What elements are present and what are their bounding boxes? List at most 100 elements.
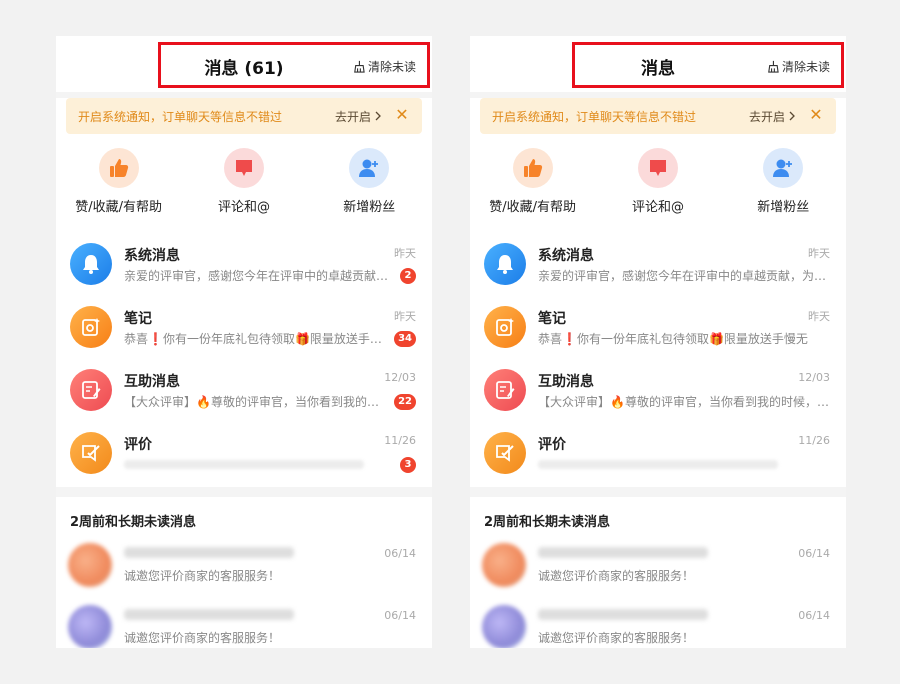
avatar [482, 605, 526, 648]
message-time: 昨天 [808, 310, 830, 323]
quick-action-comments[interactable]: 评论和@ [603, 148, 713, 215]
messages-screen-before: 消息 (61) 清除未读 开启系统通知，订单聊天等信息不错过 去开启 ✕ 赞/收… [56, 36, 432, 648]
top-bar: 消息 (61) 清除未读 [56, 36, 432, 92]
message-time: 昨天 [808, 247, 830, 260]
camera-note-icon [70, 306, 112, 348]
quick-actions: 赞/收藏/有帮助 评论和@ 新增粉丝 [470, 134, 846, 227]
message-title: 笔记 [124, 311, 152, 327]
comment-icon [223, 148, 264, 188]
old-message-item[interactable]: 06/14 诚邀您评价商家的客服服务！ [470, 537, 846, 599]
bell-icon [70, 243, 112, 285]
message-time: 12/03 [798, 371, 830, 384]
message-title: 笔记 [538, 311, 566, 327]
message-title: 互助消息 [538, 374, 594, 390]
review-pen-icon [70, 432, 112, 474]
quick-action-likes[interactable]: 赞/收藏/有帮助 [64, 148, 174, 215]
clear-unread-label: 清除未读 [367, 60, 416, 74]
blurred-name [538, 547, 708, 558]
content-area: 开启系统通知，订单聊天等信息不错过 去开启 ✕ 赞/收藏/有帮助 评论和@ 新增… [56, 98, 432, 487]
quick-action-fans[interactable]: 新增粉丝 [728, 148, 838, 215]
edit-doc-icon [70, 369, 112, 411]
enable-notification-label: 去开启 [334, 109, 371, 124]
avatar [68, 605, 112, 648]
old-unread-section: 2周前和长期未读消息 06/14 诚邀您评价商家的客服服务！ 06/14 诚邀您… [470, 497, 846, 648]
message-list: 系统消息 昨天 亲爱的评审官，感谢您今年在评审中的卓越贡献，为更多人带来了帮助 … [470, 227, 846, 487]
message-time: 11/26 [384, 434, 416, 447]
old-message-item[interactable]: 06/14 诚邀您评价商家的客服服务！ [56, 537, 432, 599]
avatar [68, 543, 112, 587]
comment-icon [637, 148, 678, 188]
close-icon[interactable]: ✕ [808, 107, 824, 123]
close-icon[interactable]: ✕ [394, 107, 410, 123]
enable-notification-link[interactable]: 去开启 [749, 108, 796, 125]
quick-action-comments[interactable]: 评论和@ [189, 148, 299, 215]
message-preview: 【大众评审】🔥尊敬的评审官，当你看到我的时候，说明你已经 [124, 395, 390, 409]
add-user-icon [763, 148, 804, 188]
message-time: 06/14 [798, 547, 830, 560]
messages-screen-after: 消息 清除未读 开启系统通知，订单聊天等信息不错过 去开启 ✕ 赞/收藏/有帮助 [470, 36, 846, 648]
broom-icon [768, 60, 779, 73]
blurred-name [124, 609, 294, 620]
content-area: 开启系统通知，订单聊天等信息不错过 去开启 ✕ 赞/收藏/有帮助 评论和@ 新增… [470, 98, 846, 487]
quick-action-label: 评论和@ [631, 200, 684, 215]
blurred-name [124, 547, 294, 558]
clear-unread-button[interactable]: 清除未读 [766, 58, 830, 75]
enable-notification-label: 去开启 [748, 109, 785, 124]
top-bar: 消息 清除未读 [470, 36, 846, 92]
broom-icon [354, 60, 365, 73]
section-title: 2周前和长期未读消息 [70, 515, 197, 530]
unread-badge: 2 [400, 268, 416, 284]
quick-action-likes[interactable]: 赞/收藏/有帮助 [478, 148, 588, 215]
message-preview: 【大众评审】🔥尊敬的评审官，当你看到我的时候，说明你已经 [538, 395, 830, 409]
message-time: 昨天 [394, 247, 416, 260]
thumbs-up-icon [512, 148, 553, 188]
message-preview: 恭喜❗你有一份年底礼包待领取🎁限量放送手慢无 [124, 332, 390, 346]
message-item-help[interactable]: 互助消息 12/03 【大众评审】🔥尊敬的评审官，当你看到我的时候，说明你已经 [470, 361, 846, 424]
bell-icon [484, 243, 526, 285]
message-preview: 诚邀您评价商家的客服服务！ [538, 569, 695, 583]
chevron-right-icon [375, 111, 381, 121]
quick-action-label: 赞/收藏/有帮助 [489, 200, 577, 215]
message-item-notes[interactable]: 笔记 昨天 恭喜❗你有一份年底礼包待领取🎁限量放送手慢无 34 [56, 298, 432, 361]
add-user-icon [349, 148, 390, 188]
message-item-system[interactable]: 系统消息 昨天 亲爱的评审官，感谢您今年在评审中的卓越贡献，为更多人带来了帮助 [470, 235, 846, 298]
message-preview: 亲爱的评审官，感谢您今年在评审中的卓越贡献，为更多人带来了帮助 [538, 269, 830, 283]
message-title: 互助消息 [124, 374, 180, 390]
message-preview: 亲爱的评审官，感谢您今年在评审中的卓越贡献，为更多人带来了帮助 [124, 269, 390, 283]
old-message-item[interactable]: 06/14 诚邀您评价商家的客服服务！ [470, 599, 846, 648]
quick-actions: 赞/收藏/有帮助 评论和@ 新增粉丝 [56, 134, 432, 227]
quick-action-fans[interactable]: 新增粉丝 [314, 148, 424, 215]
old-unread-section: 2周前和长期未读消息 06/14 诚邀您评价商家的客服服务！ 06/14 诚邀您… [56, 497, 432, 648]
message-item-help[interactable]: 互助消息 12/03 【大众评审】🔥尊敬的评审官，当你看到我的时候，说明你已经 … [56, 361, 432, 424]
blurred-preview [124, 460, 364, 469]
clear-unread-button[interactable]: 清除未读 [352, 58, 416, 75]
blurred-preview [538, 460, 778, 469]
message-list: 系统消息 昨天 亲爱的评审官，感谢您今年在评审中的卓越贡献，为更多人带来了帮助 … [56, 227, 432, 487]
message-time: 12/03 [384, 371, 416, 384]
quick-action-label: 新增粉丝 [343, 200, 396, 215]
message-title: 系统消息 [124, 248, 180, 264]
message-title: 评价 [538, 437, 566, 453]
clear-unread-label: 清除未读 [781, 60, 830, 74]
message-item-system[interactable]: 系统消息 昨天 亲爱的评审官，感谢您今年在评审中的卓越贡献，为更多人带来了帮助 … [56, 235, 432, 298]
notification-text: 开启系统通知，订单聊天等信息不错过 [78, 109, 283, 124]
chevron-right-icon [789, 111, 795, 121]
old-message-item[interactable]: 06/14 诚邀您评价商家的客服服务！ [56, 599, 432, 648]
message-item-review[interactable]: 评价 11/26 [470, 424, 846, 487]
avatar [482, 543, 526, 587]
message-item-review[interactable]: 评价 11/26 3 [56, 424, 432, 487]
section-title: 2周前和长期未读消息 [484, 515, 611, 530]
thumbs-up-icon [98, 148, 139, 188]
notification-text: 开启系统通知，订单聊天等信息不错过 [492, 109, 697, 124]
quick-action-label: 评论和@ [217, 200, 270, 215]
notification-banner: 开启系统通知，订单聊天等信息不错过 去开启 ✕ [480, 98, 836, 134]
message-time: 06/14 [384, 547, 416, 560]
message-preview: 诚邀您评价商家的客服服务！ [538, 631, 695, 645]
unread-badge: 22 [394, 394, 416, 410]
message-title: 评价 [124, 437, 152, 453]
message-preview: 诚邀您评价商家的客服服务！ [124, 569, 281, 583]
message-time: 11/26 [798, 434, 830, 447]
message-item-notes[interactable]: 笔记 昨天 恭喜❗你有一份年底礼包待领取🎁限量放送手慢无 [470, 298, 846, 361]
unread-badge: 3 [400, 457, 416, 473]
enable-notification-link[interactable]: 去开启 [335, 108, 382, 125]
